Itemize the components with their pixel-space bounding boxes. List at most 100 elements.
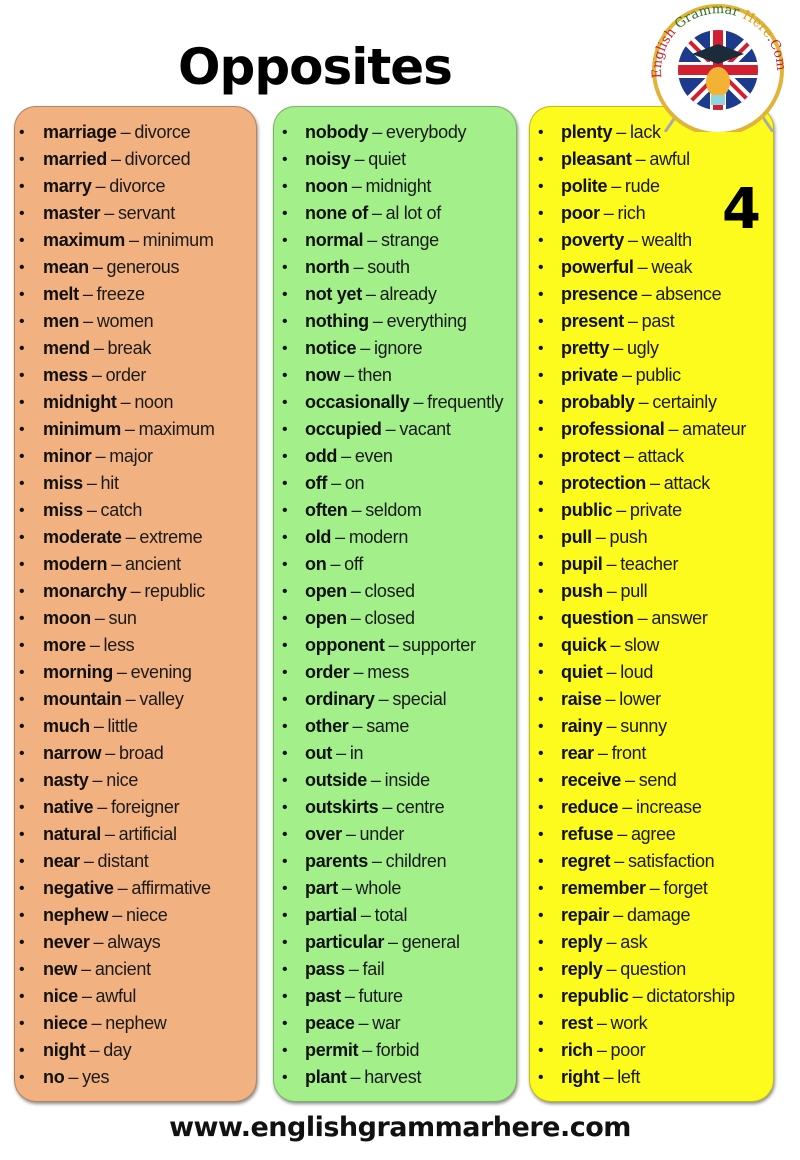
dash-separator: – — [92, 257, 103, 277]
dash-separator: – — [89, 635, 100, 655]
dash-separator: – — [637, 257, 648, 277]
opposite-word: divorced — [124, 149, 191, 169]
opposite-word: strange — [380, 230, 439, 250]
word: modern — [43, 554, 108, 574]
opposite-word: freeze — [96, 284, 146, 304]
list-item: new–ancient — [15, 956, 256, 983]
list-item: old–modern — [274, 524, 516, 551]
dash-separator: – — [351, 176, 362, 196]
list-item: nobody–everybody — [274, 119, 516, 146]
opposite-word: distant — [97, 851, 149, 871]
dash-separator: – — [117, 878, 128, 898]
opposite-word: push — [609, 527, 648, 547]
opposite-word: affirmative — [131, 878, 211, 898]
word: plenty — [561, 122, 613, 142]
list-item: near–distant — [15, 848, 256, 875]
word: quiet — [561, 662, 603, 682]
opposite-word: teacher — [620, 554, 679, 574]
opposite-word: divorce — [134, 122, 191, 142]
list-item: pull–push — [530, 524, 773, 551]
dash-separator: – — [621, 365, 632, 385]
dash-separator: – — [606, 554, 617, 574]
opposite-word: satisfaction — [627, 851, 715, 871]
dash-separator: – — [596, 1040, 607, 1060]
dash-separator: – — [360, 905, 371, 925]
opposite-word: harvest — [364, 1067, 422, 1087]
dash-separator: – — [344, 365, 354, 385]
word: not yet — [305, 284, 362, 304]
list-item: pass–fail — [274, 956, 516, 983]
list-item: probably–certainly — [530, 389, 773, 416]
opposite-word: midnight — [365, 176, 432, 196]
list-item: order–mess — [274, 659, 516, 686]
word: private — [561, 365, 618, 385]
dash-separator: – — [112, 905, 122, 925]
list-item: much–little — [15, 713, 256, 740]
dash-separator: – — [613, 905, 623, 925]
opposite-word: major — [109, 446, 153, 466]
list-item: maximum–minimum — [15, 227, 256, 254]
opposite-word: quiet — [368, 149, 406, 169]
word: off — [305, 473, 328, 493]
word: nasty — [43, 770, 89, 790]
list-item: occupied–vacant — [274, 416, 516, 443]
word: night — [43, 1040, 86, 1060]
opposite-word: closed — [364, 581, 416, 601]
word: mend — [43, 338, 90, 358]
word: raise — [561, 689, 602, 709]
word: repair — [561, 905, 610, 925]
dash-separator: – — [93, 716, 104, 736]
opposite-word: order — [105, 365, 147, 385]
dash-separator: – — [371, 851, 382, 871]
opposite-word: ugly — [626, 338, 659, 358]
opposite-word: wealth — [641, 230, 693, 250]
dash-separator: – — [372, 122, 382, 142]
word-list-column-3: plenty–lackpleasant–awfulpolite–rudepoor… — [529, 106, 774, 1102]
list-item: right–left — [530, 1064, 773, 1091]
opposite-word: broad — [118, 743, 164, 763]
dash-separator: – — [350, 608, 361, 628]
word: noon — [305, 176, 348, 196]
opposite-word: south — [367, 257, 410, 277]
dash-separator: – — [595, 527, 606, 547]
dash-separator: – — [125, 689, 136, 709]
list-item: rainy–sunny — [530, 713, 773, 740]
dash-separator: – — [81, 986, 92, 1006]
word: odd — [305, 446, 338, 466]
dash-separator: – — [668, 419, 679, 439]
word: regret — [561, 851, 611, 871]
dash-separator: – — [617, 824, 627, 844]
list-item: nothing–everything — [274, 308, 516, 335]
opposite-word: special — [392, 689, 447, 709]
dash-separator: – — [94, 608, 105, 628]
list-item: niece–nephew — [15, 1010, 256, 1037]
word: miss — [43, 500, 83, 520]
list-item: rear–front — [530, 740, 773, 767]
word: reply — [561, 932, 603, 952]
opposite-word: past — [641, 311, 675, 331]
opposite-word: less — [103, 635, 135, 655]
opposite-word: break — [107, 338, 152, 358]
word: reply — [561, 959, 603, 979]
word: nothing — [305, 311, 369, 331]
list-item: pupil–teacher — [530, 551, 773, 578]
opposite-word: whole — [355, 878, 402, 898]
word: master — [43, 203, 101, 223]
list-item: particular–general — [274, 929, 516, 956]
word: over — [305, 824, 342, 844]
list-item: no–yes — [15, 1064, 256, 1091]
list-item: nasty–nice — [15, 767, 256, 794]
word: morning — [43, 662, 113, 682]
dash-separator: – — [81, 959, 91, 979]
list-item: professional–amateur — [530, 416, 773, 443]
word: often — [305, 500, 348, 520]
dash-separator: – — [104, 824, 115, 844]
word: midnight — [43, 392, 117, 412]
list-item: occasionally–frequently — [274, 389, 516, 416]
dash-separator: – — [86, 500, 97, 520]
list-item: powerful–weak — [530, 254, 773, 281]
list-item: receive–send — [530, 767, 773, 794]
footer-website-url[interactable]: www.englishgrammarhere.com — [100, 1108, 700, 1148]
list-item: out–in — [274, 740, 516, 767]
list-item: modern–ancient — [15, 551, 256, 578]
